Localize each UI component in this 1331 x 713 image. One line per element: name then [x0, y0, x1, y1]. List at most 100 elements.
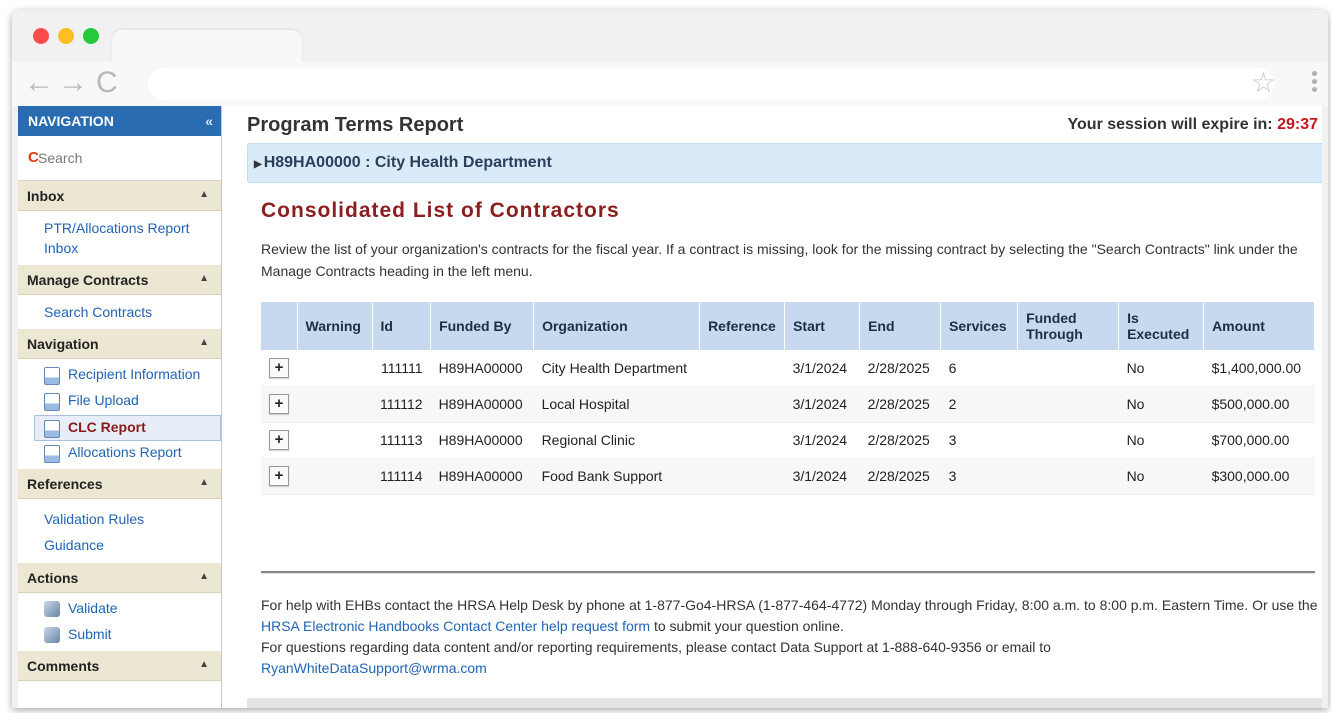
browser-menu-icon[interactable]: [1310, 68, 1318, 100]
column-header-amount[interactable]: Amount: [1203, 302, 1315, 350]
table-row: + 111114 H89HA00000 Food Bank Support 3/…: [261, 458, 1315, 495]
document-icon: [44, 445, 60, 463]
sidebar-item-label: Recipient Information: [68, 366, 201, 382]
section-header-references[interactable]: References ▲: [18, 469, 221, 499]
session-timer: 29:37: [1277, 116, 1318, 133]
column-header-expand: [261, 302, 298, 350]
caret-up-icon[interactable]: ▲: [199, 189, 209, 200]
data-support-email-link[interactable]: RyanWhiteDataSupport@wrma.com: [261, 660, 487, 676]
section-header-inbox[interactable]: Inbox ▲: [18, 181, 221, 211]
address-bar[interactable]: [148, 68, 1274, 100]
caret-up-icon[interactable]: ▲: [199, 477, 209, 488]
sidebar-item-label: Allocations Report: [68, 444, 182, 460]
cell-amount: $500,000.00: [1203, 386, 1315, 423]
cell-is-executed: No: [1118, 386, 1204, 423]
cell-funded-through: [1017, 422, 1119, 459]
column-header-id[interactable]: Id: [372, 302, 432, 350]
cell-funded-through: [1017, 458, 1119, 495]
document-icon: [44, 420, 60, 438]
section-title: Consolidated List of Contractors: [261, 199, 620, 222]
expand-row-button[interactable]: +: [269, 466, 289, 486]
column-header-services[interactable]: Services: [940, 302, 1019, 350]
expand-row-button[interactable]: +: [269, 430, 289, 450]
bookmark-star-icon[interactable]: ☆: [1251, 68, 1276, 98]
help-desk-text: For help with EHBs contact the HRSA Help…: [261, 595, 1321, 637]
page-title: Program Terms Report: [247, 114, 464, 136]
cell-reference: [699, 350, 785, 387]
cell-organization: Food Bank Support: [533, 458, 700, 495]
column-header-start[interactable]: Start: [784, 302, 861, 350]
sidebar-header-label: NAVIGATION: [28, 113, 114, 129]
sidebar-item-recipient-information[interactable]: Recipient Information: [18, 363, 221, 389]
validate-icon: [44, 601, 60, 617]
column-header-funded-through[interactable]: Funded Through: [1017, 302, 1120, 350]
cell-reference: [699, 386, 785, 423]
cell-funded-by: H89HA00000: [430, 350, 534, 387]
description-text: Review the list of your organization's c…: [261, 241, 1298, 279]
expand-row-button[interactable]: +: [269, 394, 289, 414]
cell-id: 111113: [372, 422, 431, 459]
cell-start: 3/1/2024: [784, 350, 860, 387]
column-header-reference[interactable]: Reference: [699, 302, 786, 350]
caret-up-icon[interactable]: ▲: [199, 659, 209, 670]
collapse-sidebar-icon[interactable]: «: [205, 113, 213, 129]
section-header-navigation[interactable]: Navigation ▲: [18, 329, 221, 359]
browser-toolbar: ← → C ☆: [12, 62, 1328, 106]
maximize-window-icon[interactable]: [83, 28, 99, 44]
caret-up-icon[interactable]: ▲: [199, 337, 209, 348]
expand-triangle-icon[interactable]: ▶: [254, 159, 262, 170]
sidebar-item-ptr-allocations-inbox[interactable]: PTR/Allocations Report Inbox: [18, 217, 221, 259]
sidebar-item-clc-report[interactable]: CLC Report: [34, 415, 221, 441]
help-request-form-link[interactable]: HRSA Electronic Handbooks Contact Center…: [261, 618, 650, 634]
sidebar-item-file-upload[interactable]: File Upload: [18, 389, 221, 415]
caret-up-icon[interactable]: ▲: [199, 273, 209, 284]
cell-start: 3/1/2024: [784, 458, 860, 495]
cell-warning: [297, 386, 372, 423]
sidebar-item-allocations-report[interactable]: Allocations Report: [18, 441, 221, 467]
column-header-end[interactable]: End: [859, 302, 942, 350]
reload-icon[interactable]: C: [96, 68, 118, 98]
minimize-window-icon[interactable]: [58, 28, 74, 44]
cell-funded-by: H89HA00000: [430, 458, 534, 495]
cell-is-executed: No: [1118, 350, 1204, 387]
cell-organization: City Health Department: [533, 350, 700, 387]
sidebar-header: NAVIGATION «: [18, 106, 221, 136]
organization-bar[interactable]: ▶ H89HA00000 : City Health Department: [247, 143, 1322, 183]
cell-services: 3: [940, 458, 1018, 495]
column-header-organization[interactable]: Organization: [533, 302, 701, 350]
close-window-icon[interactable]: [33, 28, 49, 44]
help-desk-text-end: to submit your question online.: [650, 618, 844, 634]
section-title-inbox: Inbox: [27, 188, 65, 204]
column-header-is-executed[interactable]: Is Executed: [1118, 302, 1205, 350]
cell-organization: Local Hospital: [533, 386, 700, 423]
column-header-warning[interactable]: Warning: [297, 302, 373, 350]
cell-warning: [297, 350, 372, 387]
sidebar-item-submit[interactable]: Submit: [18, 623, 221, 649]
sidebar-item-label: File Upload: [68, 392, 139, 408]
session-expiry: Your session will expire in: 29:37: [1068, 116, 1318, 134]
organization-label: H89HA00000 : City Health Department: [263, 154, 552, 171]
section-title-manage-contracts: Manage Contracts: [27, 272, 149, 288]
section-header-actions[interactable]: Actions ▲: [18, 563, 221, 593]
sidebar-item-guidance[interactable]: Guidance: [18, 533, 221, 557]
sidebar: NAVIGATION « C Inbox ▲ PTR/Allocations R…: [18, 106, 222, 708]
back-arrow-icon[interactable]: ←: [24, 68, 54, 98]
main-content: Program Terms Report Your session will e…: [235, 106, 1322, 708]
section-header-manage-contracts[interactable]: Manage Contracts ▲: [18, 265, 221, 295]
sidebar-item-search-contracts[interactable]: Search Contracts: [18, 301, 221, 323]
cell-start: 3/1/2024: [784, 422, 860, 459]
cell-warning: [297, 458, 372, 495]
section-header-comments[interactable]: Comments ▲: [18, 651, 221, 681]
table-row: + 111113 H89HA00000 Regional Clinic 3/1/…: [261, 422, 1315, 459]
search-input[interactable]: [38, 150, 208, 166]
column-header-funded-by[interactable]: Funded By: [430, 302, 535, 350]
sidebar-item-validate[interactable]: Validate: [18, 597, 221, 623]
sidebar-item-validation-rules[interactable]: Validation Rules: [18, 505, 221, 533]
cell-warning: [297, 422, 372, 459]
cell-funded-by: H89HA00000: [430, 386, 534, 423]
forward-arrow-icon[interactable]: →: [58, 68, 88, 98]
section-title-comments: Comments: [27, 658, 100, 674]
expand-row-button[interactable]: +: [269, 357, 289, 378]
caret-up-icon[interactable]: ▲: [199, 571, 209, 582]
browser-tab[interactable]: [112, 30, 302, 64]
